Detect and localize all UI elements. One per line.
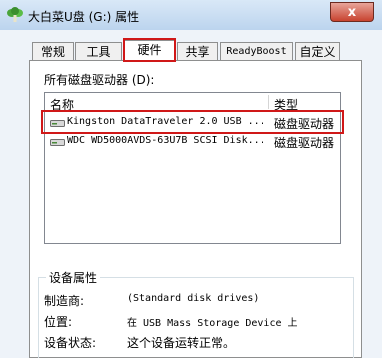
tab-highlight-annotation [123, 38, 176, 62]
close-button[interactable]: x [330, 2, 374, 22]
row-highlight-annotation [41, 110, 344, 134]
tab-readyboost[interactable]: ReadyBoost [220, 42, 293, 60]
disk-list-label: 所有磁盘驱动器 (D): [44, 73, 155, 87]
list-item[interactable]: WDC WD5000AVDS-63U7B SCSI Disk... 磁盘驱动器 [45, 133, 340, 150]
manufacturer-label: 制造商: [44, 294, 85, 308]
device-status-label: 设备状态: [44, 336, 97, 350]
tab-customize[interactable]: 自定义 [295, 42, 340, 60]
tab-general[interactable]: 常规 [32, 42, 74, 60]
list-header: 名称 类型 [45, 93, 340, 112]
window-title: 大白菜U盘 (G:) 属性 [28, 10, 140, 24]
tab-sharing[interactable]: 共享 [177, 42, 218, 60]
disk-type: 磁盘驱动器 [274, 136, 335, 150]
close-icon: x [347, 5, 357, 20]
device-status-value: 这个设备运转正常。 [127, 336, 236, 350]
title-bar: 大白菜U盘 (G:) 属性 x [0, 0, 382, 30]
location-label: 位置: [44, 315, 73, 329]
cabbage-app-icon [7, 7, 23, 22]
disk-drive-icon [50, 139, 65, 146]
column-divider [268, 95, 269, 109]
device-properties-title: 设备属性 [46, 269, 101, 286]
location-value: 在 USB Mass Storage Device 上 [127, 318, 298, 329]
disk-name: WDC WD5000AVDS-63U7B SCSI Disk... [67, 135, 263, 146]
tab-tools[interactable]: 工具 [75, 42, 122, 60]
manufacturer-value: (Standard disk drives) [127, 293, 260, 304]
